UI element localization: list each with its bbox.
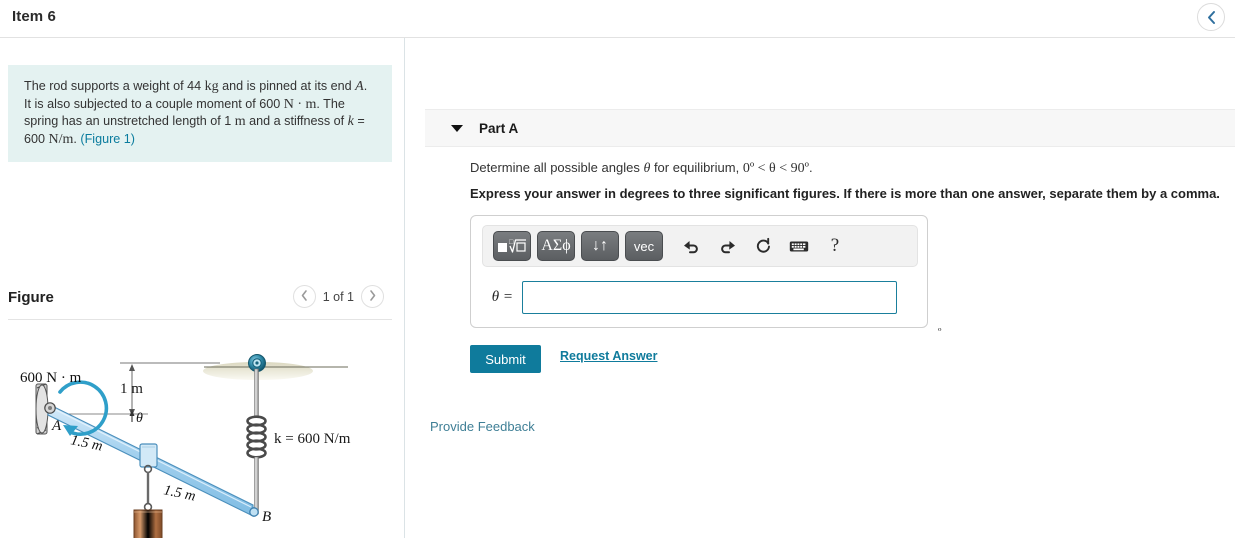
request-answer-link[interactable]: Request Answer — [560, 349, 657, 363]
problem-statement: The rod supports a weight of 44 kg and i… — [8, 65, 392, 162]
figure-diagram: k = 600 N/m 1 m θ A 600 N · m 1.5 m 1.5 … — [8, 326, 398, 538]
up-down-arrows-icon: ↓↑ — [592, 237, 608, 254]
point-b-label: B — [262, 509, 271, 525]
theta-label: θ — [136, 411, 143, 426]
answer-instruction: Express your answer in degrees to three … — [470, 186, 1220, 201]
chevron-right-icon — [369, 288, 376, 306]
unit-meter: m — [234, 114, 246, 129]
answer-variable-label: θ = — [491, 288, 513, 305]
collar-midpoint — [139, 443, 158, 468]
spring-coil — [246, 415, 267, 459]
redo-icon[interactable] — [711, 231, 743, 261]
greek-symbols-label: ΑΣϕ — [541, 237, 571, 254]
prompt-seg3: . — [809, 160, 813, 175]
keyboard-icon[interactable] — [783, 231, 815, 261]
prompt-seg1: Determine all possible angles — [470, 160, 644, 175]
unit-newton-meter: N · m — [283, 96, 317, 112]
spring-rod-upper — [254, 368, 259, 418]
figure-next-button[interactable] — [361, 285, 384, 308]
page-title: Item 6 — [12, 8, 56, 25]
page-root: Item 6 The rod supports a weight of 44 k… — [0, 0, 1235, 538]
nth-root-icon: □ — [498, 238, 526, 253]
prompt-range: 0º < θ < 90º — [742, 161, 809, 176]
left-panel: The rod supports a weight of 44 kg and i… — [0, 38, 404, 538]
figure-header: Figure 1 of 1 — [8, 283, 392, 323]
vector-button[interactable]: vec — [625, 231, 663, 261]
statement-seg2: and is pinned at its end — [218, 79, 356, 93]
chevron-left-icon — [1207, 10, 1216, 24]
figure-link[interactable]: (Figure 1) — [80, 132, 135, 146]
prompt-seg2: for equilibrium, — [650, 160, 743, 175]
joint-b — [249, 507, 259, 517]
pin-joint-a — [44, 402, 56, 414]
ceiling-surface — [203, 362, 348, 380]
answer-unit-degree: º — [938, 326, 942, 338]
back-button[interactable] — [1197, 3, 1225, 31]
rod-spring-diagram: k = 600 N/m 1 m θ A 600 N · m 1.5 m 1.5 … — [20, 354, 351, 538]
answer-box: □ ΑΣϕ ↓↑ vec ? θ = — [470, 215, 928, 328]
part-a-header[interactable]: Part A — [425, 109, 1235, 147]
figure-counter: 1 of 1 — [322, 289, 354, 304]
provide-feedback-link[interactable]: Provide Feedback — [430, 419, 535, 434]
unit-newton-per-meter: N/m — [48, 131, 74, 147]
figure-title: Figure — [8, 289, 54, 306]
statement-seg1: The rod supports a weight of 44 — [24, 79, 205, 93]
help-icon[interactable]: ? — [819, 231, 851, 261]
height-label: 1 m — [120, 381, 143, 397]
math-template-button[interactable]: □ — [493, 231, 531, 261]
figure-pager: 1 of 1 — [292, 285, 384, 308]
spring-rod-lower — [254, 456, 259, 515]
statement-seg5: and a stiffness of — [245, 114, 348, 128]
answer-row: θ = — [482, 278, 922, 316]
part-a-label: Part A — [479, 120, 519, 136]
chevron-left-icon — [301, 288, 308, 306]
figure-divider — [8, 319, 392, 320]
point-a-label: A — [51, 418, 62, 434]
answer-input[interactable] — [522, 280, 897, 314]
hanging-cable — [143, 464, 153, 512]
point-a-label: A — [355, 79, 364, 94]
figure-prev-button[interactable] — [292, 285, 316, 308]
reset-icon[interactable] — [747, 231, 779, 261]
submit-button[interactable]: Submit — [470, 345, 541, 373]
vector-label: vec — [633, 238, 655, 254]
caret-down-icon[interactable] — [451, 124, 463, 132]
hanging-weight — [133, 509, 163, 538]
right-panel: Part A Determine all possible angles θ f… — [405, 38, 1235, 538]
arrows-button[interactable]: ↓↑ — [581, 231, 619, 261]
math-toolbar: □ ΑΣϕ ↓↑ vec ? — [482, 225, 918, 267]
greek-symbols-button[interactable]: ΑΣϕ — [537, 231, 575, 261]
top-bar: Item 6 — [0, 0, 1235, 37]
couple-moment-label: 600 N · m — [20, 370, 82, 386]
unit-kg: kg — [204, 79, 219, 94]
spring-stiffness-label: k = 600 N/m — [274, 431, 351, 447]
question-prompt: Determine all possible angles θ for equi… — [470, 160, 1235, 177]
svg-text:□: □ — [509, 238, 514, 246]
undo-icon[interactable] — [675, 231, 707, 261]
